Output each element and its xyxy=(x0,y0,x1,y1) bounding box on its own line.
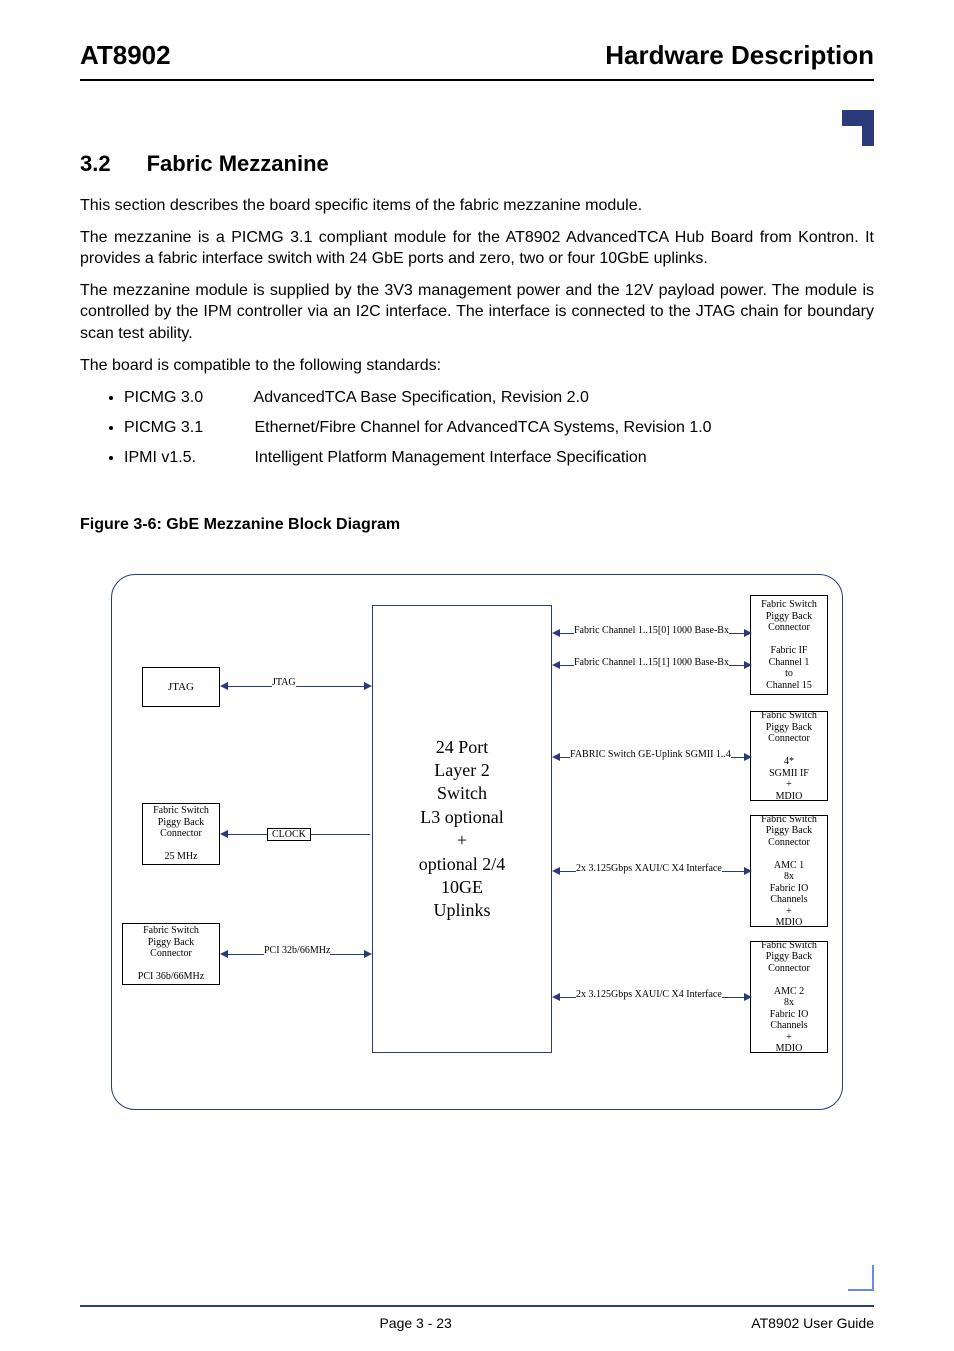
arrow xyxy=(228,686,370,687)
header-title: Hardware Description xyxy=(605,40,874,71)
arrow-label: JTAG xyxy=(272,677,296,688)
arrow-label: 2x 3.125Gbps XAUI/C X4 Interface xyxy=(576,989,722,1000)
amc1-connector-box: Fabric Switch Piggy Back Connector AMC 1… xyxy=(750,815,828,927)
fabric-if-connector-box: Fabric Switch Piggy Back Connector Fabri… xyxy=(750,595,828,695)
list-item: PICMG 3.0 AdvancedTCA Base Specification… xyxy=(124,386,874,410)
arrow-head-icon xyxy=(744,661,752,669)
arrow-head-icon xyxy=(552,661,560,669)
arrow-head-icon xyxy=(552,867,560,875)
arrow-label: Fabric Channel 1..15[0] 1000 Base-Bx xyxy=(574,625,729,636)
arrow-label: CLOCK xyxy=(267,828,311,841)
arrow-head-icon xyxy=(552,753,560,761)
section-number: 3.2 xyxy=(80,151,111,177)
list-item: PICMG 3.1 Ethernet/Fibre Channel for Adv… xyxy=(124,416,874,440)
section-title-text: Fabric Mezzanine xyxy=(147,151,329,177)
standard-desc: Intelligent Platform Management Interfac… xyxy=(254,449,646,466)
clock-connector-box: Fabric Switch Piggy Back Connector 25 MH… xyxy=(142,803,220,865)
jtag-box: JTAG xyxy=(142,667,220,707)
list-item: IPMI v1.5. Intelligent Platform Manageme… xyxy=(124,446,874,470)
arrow-label: Fabric Channel 1..15[1] 1000 Base-Bx xyxy=(574,657,729,668)
arrow-head-icon xyxy=(364,950,372,958)
arrow-label: PCI 32b/66MHz xyxy=(264,945,330,956)
pci-connector-box: Fabric Switch Piggy Back Connector PCI 3… xyxy=(122,923,220,985)
page-header: AT8902 Hardware Description xyxy=(80,40,874,81)
standard-desc: Ethernet/Fibre Channel for AdvancedTCA S… xyxy=(254,419,711,436)
standard-code: PICMG 3.1 xyxy=(124,416,250,440)
figure-caption: Figure 3-6: GbE Mezzanine Block Diagram xyxy=(80,516,874,534)
footer-corner-decoration xyxy=(844,1265,874,1291)
page-footer: Page 3 - 23 AT8902 User Guide xyxy=(80,1305,874,1331)
standard-desc: AdvancedTCA Base Specification, Revision… xyxy=(254,389,589,406)
paragraph: The mezzanine module is supplied by the … xyxy=(80,280,874,345)
page-number: Page 3 - 23 xyxy=(379,1315,451,1331)
arrow-head-icon xyxy=(364,682,372,690)
corner-decoration xyxy=(834,110,874,146)
arrow-label: FABRIC Switch GE-Uplink SGMII 1..4 xyxy=(570,749,731,760)
arrow-head-icon xyxy=(220,950,228,958)
arrow-head-icon xyxy=(552,629,560,637)
section-heading: 3.2 Fabric Mezzanine xyxy=(80,151,874,177)
paragraph: This section describes the board specifi… xyxy=(80,195,874,217)
arrow-head-icon xyxy=(552,993,560,1001)
standard-code: IPMI v1.5. xyxy=(124,446,250,470)
arrow-head-icon xyxy=(220,682,228,690)
header-product: AT8902 xyxy=(80,40,171,71)
arrow-label: 2x 3.125Gbps XAUI/C X4 Interface xyxy=(576,863,722,874)
arrow-head-icon xyxy=(744,753,752,761)
arrow-head-icon xyxy=(744,629,752,637)
arrow-head-icon xyxy=(220,830,228,838)
footer-guide: AT8902 User Guide xyxy=(751,1315,874,1331)
block-diagram: JTAG Fabric Switch Piggy Back Connector … xyxy=(111,574,843,1110)
paragraph: The board is compatible to the following… xyxy=(80,355,874,377)
arrow-head-icon xyxy=(744,867,752,875)
paragraph: The mezzanine is a PICMG 3.1 compliant m… xyxy=(80,227,874,270)
standards-list: PICMG 3.0 AdvancedTCA Base Specification… xyxy=(124,386,874,470)
switch-center-box: 24 Port Layer 2 Switch L3 optional + opt… xyxy=(372,605,552,1053)
standard-code: PICMG 3.0 xyxy=(124,386,250,410)
arrow-head-icon xyxy=(744,993,752,1001)
sgmii-connector-box: Fabric Switch Piggy Back Connector 4* SG… xyxy=(750,711,828,801)
amc2-connector-box: Fabric Switch Piggy Back Connector AMC 2… xyxy=(750,941,828,1053)
